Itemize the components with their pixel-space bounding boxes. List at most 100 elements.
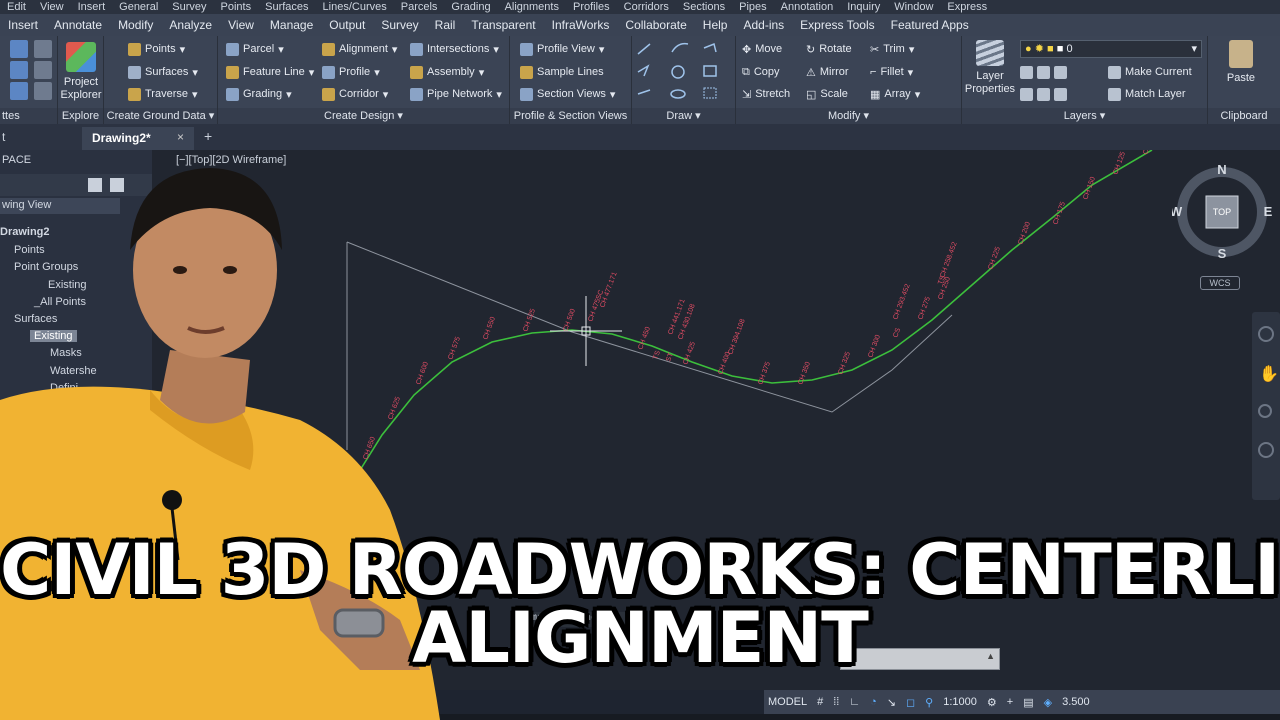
menu-alignments[interactable]: Alignments [498,0,566,14]
annotation-scale-icon[interactable]: ⚲ [925,696,933,709]
orbit-icon[interactable] [1258,442,1274,458]
zoom-icon[interactable] [1258,404,1272,418]
tab-view[interactable]: View [220,18,262,32]
intersections-button[interactable]: Intersections ▾ [410,40,499,58]
alignment-button[interactable]: Alignment ▾ [322,40,397,58]
tab-modify[interactable]: Modify [110,18,161,32]
menu-lines-curves[interactable]: Lines/Curves [316,0,394,14]
menu-edit[interactable]: Edit [0,0,33,14]
menu-inquiry[interactable]: Inquiry [840,0,887,14]
layer-properties-button[interactable]: Layer Properties [964,40,1016,96]
menu-view[interactable]: View [33,0,71,14]
create-ground-panel-title[interactable]: Create Ground Data ▾ [104,108,217,124]
ortho-icon[interactable]: ∟ [849,696,860,708]
menu-points[interactable]: Points [214,0,259,14]
sample-lines-button[interactable]: Sample Lines [520,63,604,81]
palettes-panel-title[interactable]: ttes [0,108,57,124]
pipe-network-button[interactable]: Pipe Network ▾ [410,85,502,103]
object-snap-icon[interactable]: ◻ [906,696,915,709]
tab-transparent[interactable]: Transparent [463,18,543,32]
draw-panel-title[interactable]: Draw ▾ [632,108,735,124]
match-layer-button[interactable]: Match Layer [1108,85,1186,103]
menu-express[interactable]: Express [940,0,994,14]
tab-output[interactable]: Output [321,18,373,32]
plus-icon[interactable]: + [1007,696,1013,708]
navigation-bar[interactable]: ✋ [1252,312,1280,500]
tab-analyze[interactable]: Analyze [161,18,220,32]
close-icon[interactable]: × [177,130,184,144]
menu-surfaces[interactable]: Surfaces [258,0,315,14]
profile-view-button[interactable]: Profile View ▾ [520,40,604,58]
menu-sections[interactable]: Sections [676,0,732,14]
wcs-menu[interactable]: WCS [1200,276,1240,290]
copy-button[interactable]: ⧉ Copy [742,63,780,81]
scale-button[interactable]: ◱ Scale [806,85,848,103]
properties-icon[interactable] [10,61,28,79]
points-button[interactable]: Points ▾ [128,40,185,58]
make-current-button[interactable]: Make Current [1108,63,1192,81]
grading-button[interactable]: Grading ▾ [226,85,292,103]
add-tab-icon[interactable]: + [204,128,212,144]
menu-corridors[interactable]: Corridors [617,0,676,14]
annotation-scale-value[interactable]: 1:1000 [943,696,977,708]
tab-rail[interactable]: Rail [427,18,464,32]
menu-annotation[interactable]: Annotation [774,0,841,14]
corridor-button[interactable]: Corridor ▾ [322,85,388,103]
snap-mode-icon[interactable]: ⁞⁞ [833,696,839,708]
menu-grading[interactable]: Grading [444,0,497,14]
assembly-button[interactable]: Assembly ▾ [410,63,484,81]
menu-profiles[interactable]: Profiles [566,0,617,14]
tab-manage[interactable]: Manage [262,18,321,32]
gear-icon[interactable] [33,40,52,58]
tab-infraworks[interactable]: InfraWorks [544,18,618,32]
model-space-button[interactable]: MODEL [768,696,807,708]
layer-tools-row2[interactable] [1020,85,1067,103]
stretch-button[interactable]: ⇲ Stretch [742,85,790,103]
layout-icon[interactable] [33,82,52,100]
tab-survey[interactable]: Survey [373,18,426,32]
tab-insert[interactable]: Insert [0,18,46,32]
surfaces-button[interactable]: Surfaces ▾ [128,63,198,81]
project-explorer-button[interactable]: Project Explorer [58,42,104,102]
tab-help[interactable]: Help [695,18,736,32]
modify-panel-title[interactable]: Modify ▾ [736,108,961,124]
grid-icon[interactable] [33,61,52,79]
paste-button[interactable]: Paste [1216,40,1266,85]
move-button[interactable]: ✥ Move [742,40,782,58]
tab-annotate[interactable]: Annotate [46,18,110,32]
menu-general[interactable]: General [112,0,165,14]
menu-window[interactable]: Window [887,0,940,14]
menu-survey[interactable]: Survey [165,0,213,14]
lineweight-icon[interactable]: ◈ [1044,696,1052,709]
doctab-drawing2[interactable]: Drawing2* × [82,127,194,150]
steering-wheel-icon[interactable] [1258,326,1274,342]
table-icon[interactable] [10,82,28,100]
rotate-button[interactable]: ↻ Rotate [806,40,852,58]
tab-featured-apps[interactable]: Featured Apps [883,18,977,32]
grid-display-icon[interactable]: # [817,696,823,708]
section-views-button[interactable]: Section Views ▾ [520,85,615,103]
mirror-button[interactable]: ⚠ Mirror [806,63,849,81]
gear-icon[interactable]: ⚙ [987,696,997,709]
hardware-accel-icon[interactable]: ▤ [1023,696,1033,709]
menu-parcels[interactable]: Parcels [394,0,445,14]
tab-add-ins[interactable]: Add-ins [735,18,792,32]
trim-button[interactable]: ✂ Trim ▾ [870,40,914,58]
polar-tracking-icon[interactable]: ◔ [870,696,877,708]
layer-dropdown[interactable]: ● ✹ ■ ■ 0 ▾ [1020,40,1202,58]
doctab-start[interactable]: t [2,130,5,144]
isometric-icon[interactable]: ↘ [887,696,896,709]
array-button[interactable]: ▦ Array ▾ [870,85,920,103]
create-design-panel-title[interactable]: Create Design ▾ [218,108,509,124]
tab-collaborate[interactable]: Collaborate [617,18,694,32]
feature-line-button[interactable]: Feature Line ▾ [226,63,314,81]
parcel-button[interactable]: Parcel ▾ [226,40,284,58]
menu-insert[interactable]: Insert [71,0,113,14]
profile-button[interactable]: Profile ▾ [322,63,380,81]
menu-pipes[interactable]: Pipes [732,0,774,14]
fillet-button[interactable]: ⌐ Fillet ▾ [870,63,913,81]
draw-tools[interactable] [632,36,736,106]
layer-tools-row1[interactable] [1020,63,1067,81]
viewcube[interactable]: TOP N S E W [1172,162,1272,262]
alignment-centerline[interactable] [356,150,1153,476]
